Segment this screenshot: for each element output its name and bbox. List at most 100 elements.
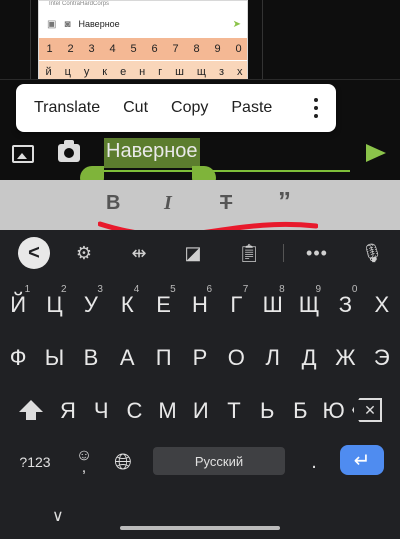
send-icon[interactable]: [366, 144, 386, 162]
key-label: Г: [230, 292, 243, 317]
key-row-2: ФЫВАПРОЛДЖЭ: [0, 333, 400, 383]
more-dots-icon[interactable]: •••: [302, 238, 332, 268]
symbols-key[interactable]: ?123: [14, 449, 56, 475]
key-label: Й: [10, 292, 27, 317]
globe-icon[interactable]: 🌐︎: [110, 449, 136, 475]
key-label: Н: [192, 292, 208, 317]
key-label: Щ: [298, 292, 320, 317]
key-row-3: ✕ ЯЧСМИТЬБЮ: [0, 386, 400, 436]
gear-icon[interactable]: ⚙: [72, 238, 96, 268]
resize-icon[interactable]: ◪: [182, 238, 204, 268]
thumbnail-camera-icon: ◙: [64, 18, 71, 30]
key[interactable]: У3: [73, 280, 109, 330]
shift-icon[interactable]: [14, 394, 48, 426]
period-key[interactable]: .: [306, 449, 322, 475]
message-input[interactable]: Наверное: [104, 138, 200, 168]
thumbnail-letter-key: у: [83, 66, 90, 78]
key[interactable]: Ц2: [37, 280, 73, 330]
key[interactable]: Б: [282, 386, 318, 436]
key-number-hint: 2: [60, 284, 67, 295]
key[interactable]: Ч: [83, 386, 119, 436]
backspace-icon[interactable]: ✕: [352, 398, 382, 422]
left-divider: [30, 0, 31, 80]
key[interactable]: Я: [50, 386, 86, 436]
key[interactable]: Ы: [37, 333, 73, 383]
menu-copy[interactable]: Copy: [171, 99, 208, 117]
key[interactable]: В: [73, 333, 109, 383]
key-row-1: Й1Ц2У3К4Е5Н6Г7Ш8Щ9З0Х: [0, 280, 400, 330]
quote-button[interactable]: ”: [278, 186, 291, 217]
key[interactable]: Р: [182, 333, 218, 383]
key[interactable]: Н6: [182, 280, 218, 330]
emoji-comma-key[interactable]: ☺ ,: [72, 448, 96, 476]
camera-icon[interactable]: [58, 140, 80, 162]
thumbnail-letter-key: з: [218, 66, 224, 78]
key[interactable]: А: [109, 333, 145, 383]
key-label: Ш: [262, 292, 283, 317]
thumbnail-letter-row: йцукенгшщзх: [39, 61, 247, 79]
key[interactable]: О: [218, 333, 254, 383]
key[interactable]: Е5: [146, 280, 182, 330]
key[interactable]: Т: [216, 386, 252, 436]
key[interactable]: З0: [327, 280, 363, 330]
hide-keyboard-icon[interactable]: ∨: [52, 506, 64, 526]
strikethrough-button[interactable]: T: [220, 192, 232, 215]
thumbnail-number-key: 3: [88, 43, 95, 55]
thumbnail-number-key: 9: [214, 43, 221, 55]
key-label: Е: [156, 292, 171, 317]
key-number-hint: 9: [315, 284, 322, 295]
microphone-icon[interactable]: 🎙︎: [361, 238, 384, 268]
gesture-navigation-bar[interactable]: [120, 526, 280, 530]
key[interactable]: К4: [109, 280, 145, 330]
key[interactable]: Ю: [316, 386, 352, 436]
key[interactable]: П: [146, 333, 182, 383]
key[interactable]: Ш8: [255, 280, 291, 330]
image-thumbnail[interactable]: Intel ContraHardCorps ▣ ◙ Наверное ➤ 1 2 3…: [38, 0, 248, 80]
key[interactable]: Й1: [0, 280, 36, 330]
thumbnail-number-key: 8: [193, 43, 200, 55]
enter-key[interactable]: ↵: [340, 445, 384, 475]
key-label: Х: [374, 292, 390, 317]
more-options-icon[interactable]: [314, 98, 318, 118]
key[interactable]: С: [116, 386, 152, 436]
menu-paste[interactable]: Paste: [231, 99, 272, 117]
key[interactable]: И: [183, 386, 219, 436]
key[interactable]: Э: [364, 333, 400, 383]
text-context-menu: Translate Cut Copy Paste: [16, 84, 336, 132]
thumbnail-number-key: 2: [67, 43, 74, 55]
key[interactable]: Ь: [249, 386, 285, 436]
space-bar[interactable]: Русский: [153, 447, 285, 475]
key[interactable]: Х: [364, 280, 400, 330]
key[interactable]: Д: [291, 333, 327, 383]
thumbnail-letter-key: ц: [64, 66, 71, 78]
key-label: З: [338, 292, 353, 317]
key[interactable]: Ф: [0, 333, 36, 383]
back-chevron-icon[interactable]: <: [18, 237, 50, 269]
key[interactable]: Щ9: [291, 280, 327, 330]
key[interactable]: Ж: [327, 333, 363, 383]
thumbnail-number-row: 1 2 3 4 5 6 7 8 9 0: [39, 38, 247, 60]
key-number-hint: 4: [133, 284, 140, 295]
bold-button[interactable]: B: [106, 192, 120, 215]
italic-button[interactable]: I: [164, 192, 172, 215]
top-separator: [0, 79, 400, 80]
key[interactable]: Г7: [218, 280, 254, 330]
thumbnail-letter-key: й: [45, 66, 52, 78]
thumbnail-letter-key: к: [102, 66, 108, 78]
thumbnail-letter-key: ш: [175, 66, 184, 78]
thumbnail-letter-key: х: [236, 66, 243, 78]
key[interactable]: М: [150, 386, 186, 436]
thumbnail-send-icon: ➤: [232, 18, 241, 30]
thumbnail-number-key: 5: [130, 43, 137, 55]
menu-translate[interactable]: Translate: [34, 99, 100, 117]
key-row-4: ?123 ☺ , 🌐︎ Русский . ↵: [0, 437, 400, 487]
text-cursor-icon[interactable]: ⇹: [128, 238, 150, 268]
thumbnail-letter-key: е: [120, 66, 127, 78]
menu-cut[interactable]: Cut: [123, 99, 148, 117]
gallery-icon[interactable]: [12, 145, 34, 163]
key-label: У: [83, 292, 98, 317]
key[interactable]: Л: [255, 333, 291, 383]
thumbnail-letter-key: н: [139, 66, 146, 78]
clipboard-icon[interactable]: 📋︎: [238, 238, 261, 268]
key-number-hint: 3: [97, 284, 103, 295]
